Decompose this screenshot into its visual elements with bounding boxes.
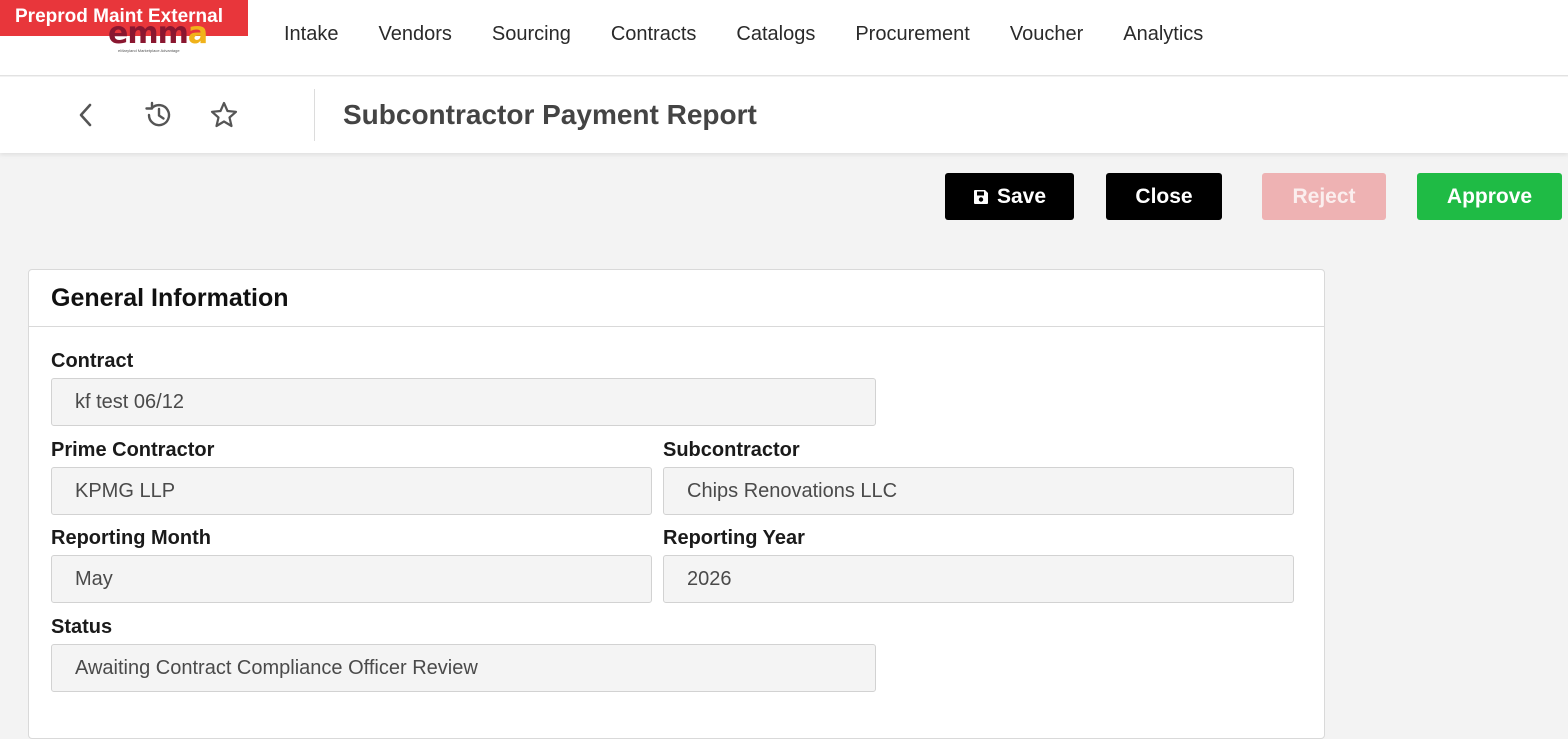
approve-button-label: Approve [1446,184,1533,208]
nav-item-vendors[interactable]: Vendors [358,23,471,46]
page-title: Subcontractor Payment Report [343,99,757,130]
logo-text-main: emm [108,16,189,51]
contract-label: Contract [51,350,134,372]
history-icon[interactable] [140,97,176,133]
approve-button[interactable]: Approve [1417,173,1562,220]
logo-text-accent: a [187,16,208,51]
nav-item-voucher[interactable]: Voucher [990,23,1103,46]
prime-contractor-field[interactable]: KPMG LLP [51,467,652,515]
nav-item-analytics[interactable]: Analytics [1103,23,1223,46]
back-chevron-icon[interactable] [68,97,104,133]
save-button[interactable]: Save [945,173,1074,220]
page-header: Subcontractor Payment Report [0,77,1568,153]
reporting-month-label: Reporting Month [51,527,211,549]
nav-item-catalogs[interactable]: Catalogs [716,23,835,46]
top-navigation-bar: Preprod Maint External emma eMaryland Ma… [0,0,1568,76]
save-button-label: Save [996,184,1047,208]
nav-item-procurement[interactable]: Procurement [835,23,990,46]
floppy-disk-icon [973,189,989,205]
contract-field[interactable]: kf test 06/12 [51,378,876,426]
header-divider [314,89,315,141]
general-information-card: General Information Contract kf test 06/… [28,269,1325,739]
prime-contractor-label: Prime Contractor [51,439,215,461]
reporting-year-label: Reporting Year [663,527,805,549]
emma-logo[interactable]: emma eMaryland Marketplace Advantage [108,19,224,54]
status-field[interactable]: Awaiting Contract Compliance Officer Rev… [51,644,876,692]
star-icon[interactable] [206,97,242,133]
reject-button[interactable]: Reject [1262,173,1386,220]
status-label: Status [51,616,113,638]
close-button[interactable]: Close [1106,173,1222,220]
nav-item-contracts[interactable]: Contracts [591,23,717,46]
card-header: General Information [29,270,1324,327]
reporting-year-field[interactable]: 2026 [663,555,1294,603]
nav-item-intake[interactable]: Intake [264,23,358,46]
nav-item-sourcing[interactable]: Sourcing [472,23,591,46]
subcontractor-field[interactable]: Chips Renovations LLC [663,467,1294,515]
reject-button-label: Reject [1292,184,1356,208]
subcontractor-label: Subcontractor [663,439,800,461]
close-button-label: Close [1135,184,1193,208]
reporting-month-field[interactable]: May [51,555,652,603]
main-menu: Intake Vendors Sourcing Contracts Catalo… [264,0,1223,68]
card-title: General Information [51,283,289,312]
